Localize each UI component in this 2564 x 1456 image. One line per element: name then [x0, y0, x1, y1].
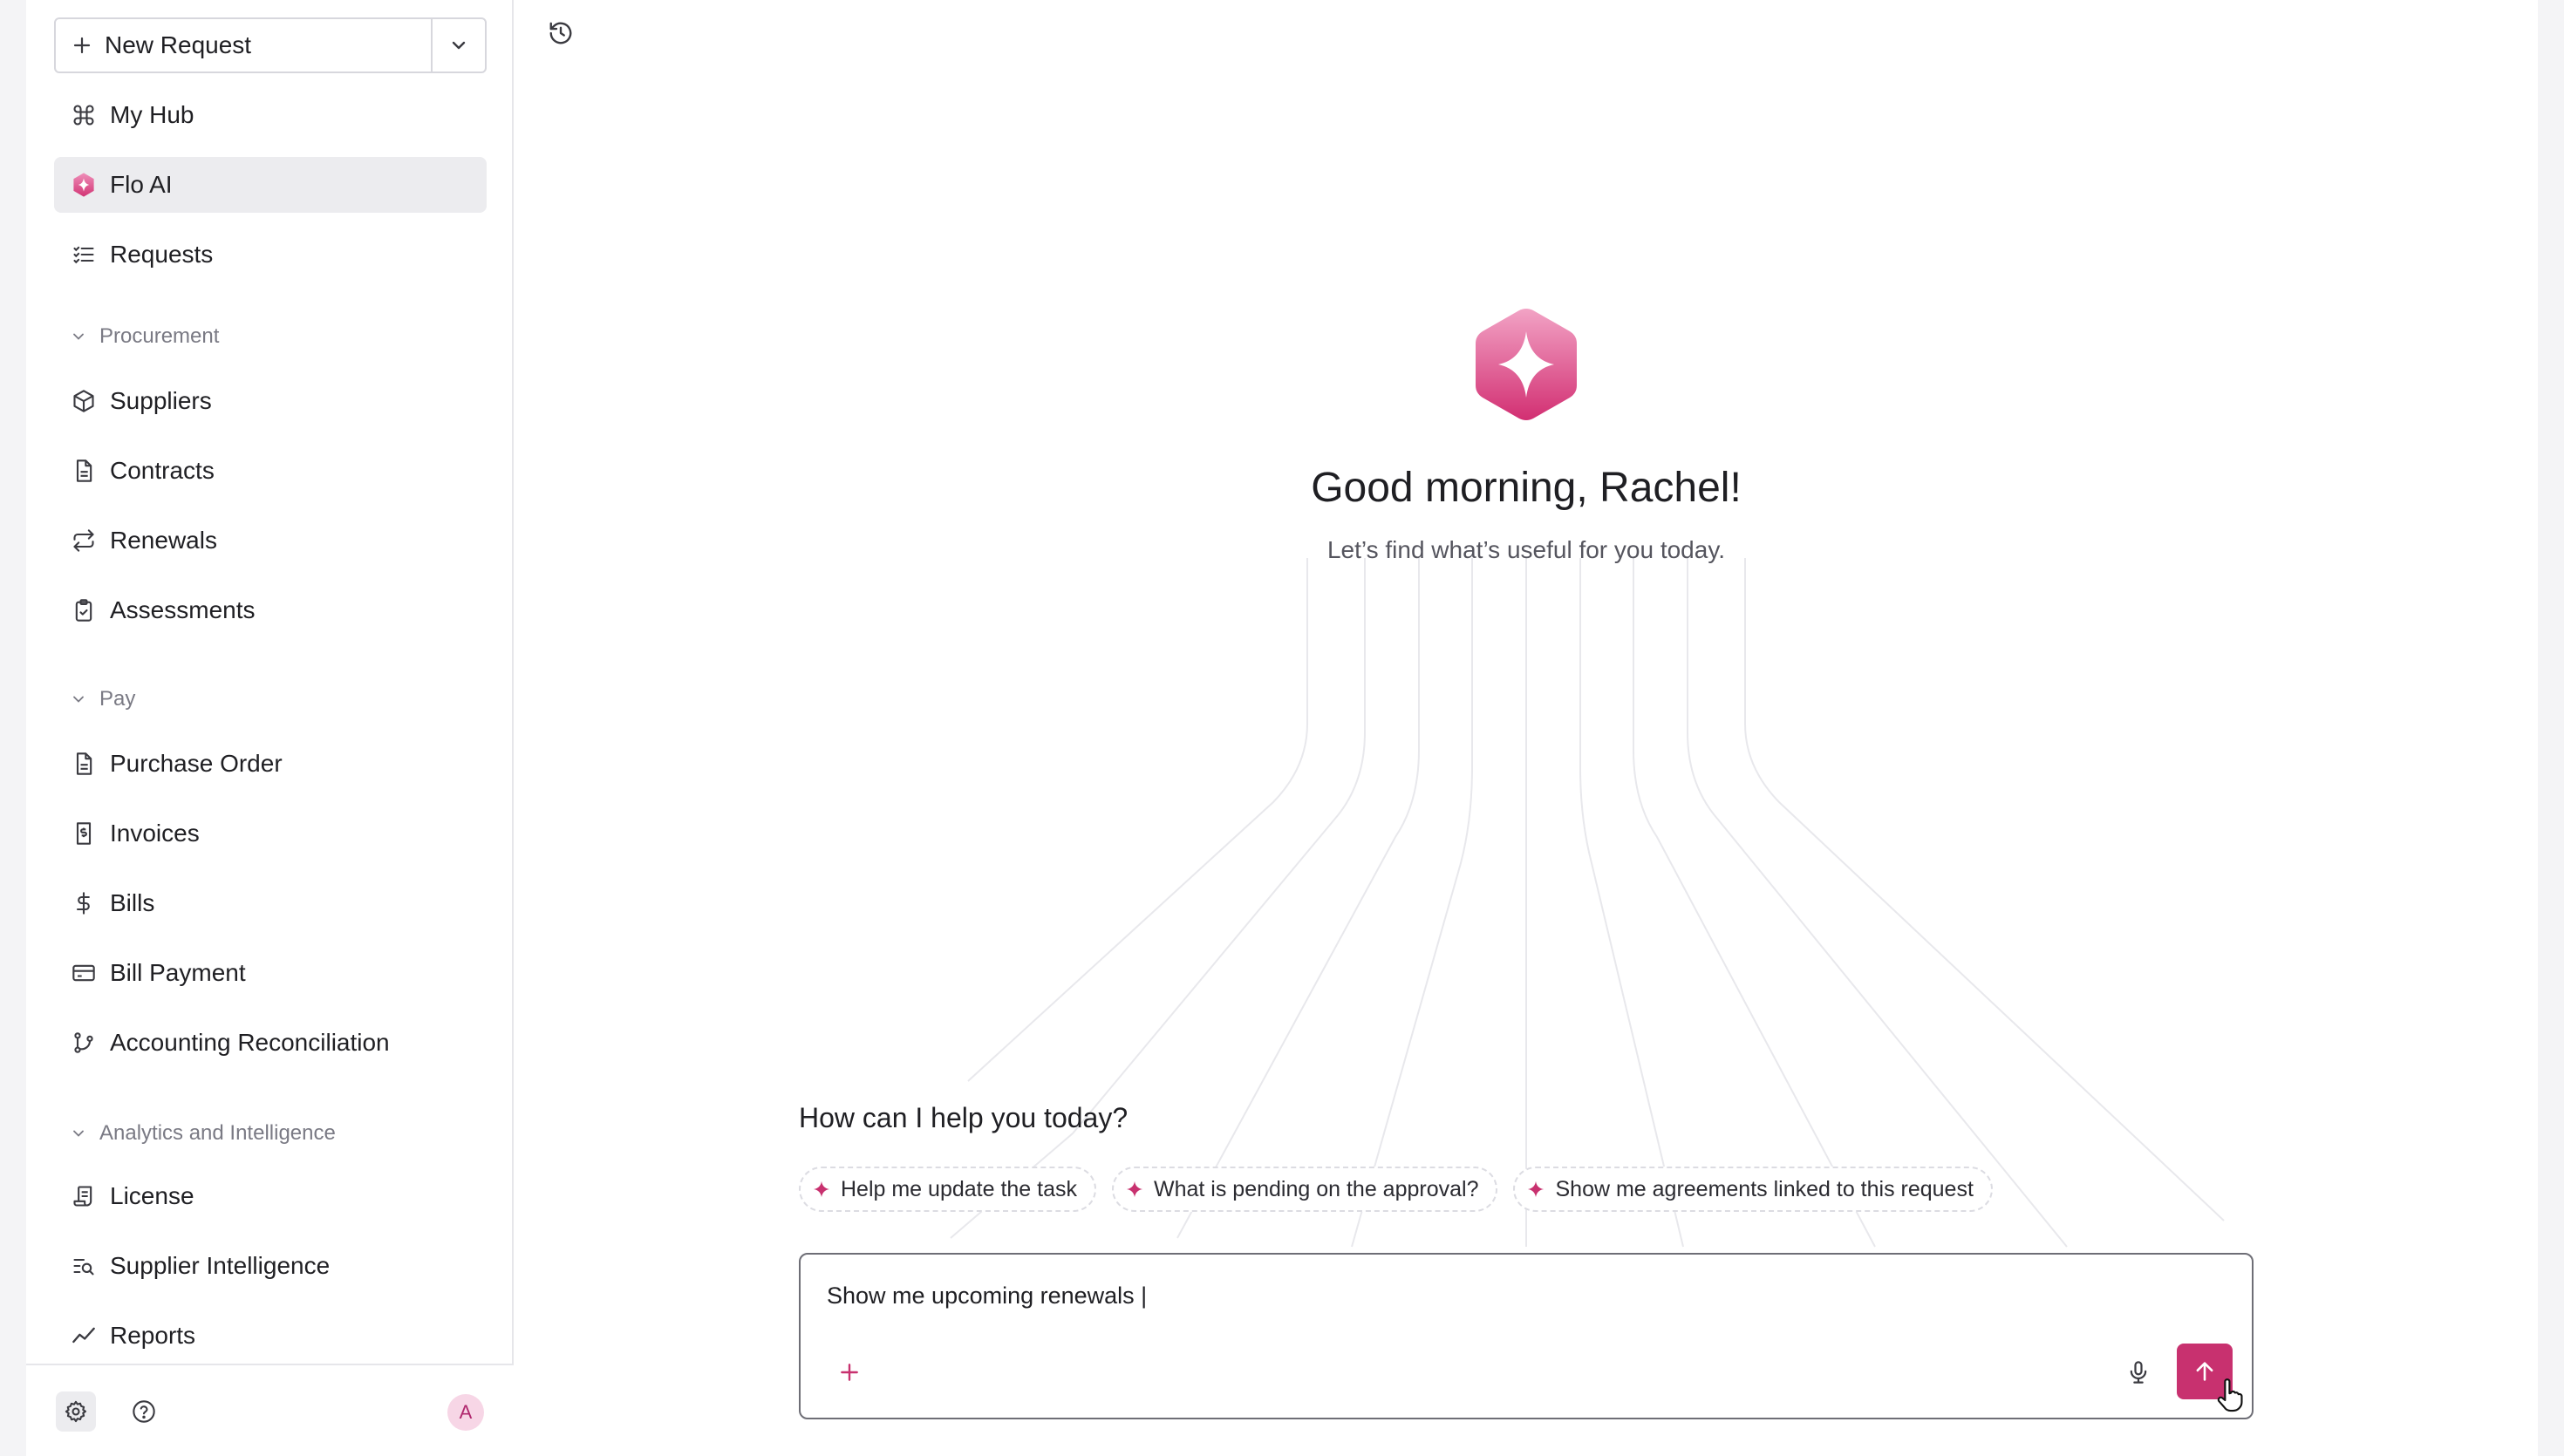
git-branch-icon	[70, 1029, 98, 1057]
greeting-subtitle: Let’s find what’s useful for you today.	[1326, 536, 1726, 563]
sidebar-item-requests[interactable]: Requests	[54, 227, 487, 282]
sparkle-icon	[1528, 1180, 1545, 1198]
box-icon	[70, 387, 98, 415]
sidebar-item-label: Invoices	[110, 820, 200, 847]
sidebar-item-label: Bills	[110, 889, 155, 916]
section-title: Pay	[99, 687, 136, 711]
sidebar-item-label: Purchase Order	[110, 750, 283, 777]
sidebar-item-label: My Hub	[110, 101, 194, 128]
sidebar-item-label: Accounting Reconciliation	[110, 1029, 390, 1056]
hub-icon	[70, 101, 98, 129]
suggestion-chip-label: Help me update the task	[841, 1176, 1077, 1201]
suggestion-chip[interactable]: What is pending on the approval?	[1112, 1167, 1498, 1212]
window-frame-right	[2538, 0, 2564, 1456]
license-icon	[70, 1182, 98, 1210]
suggestion-chips: Help me update the task What is pending …	[799, 1167, 1993, 1212]
sidebar-item-label: Renewals	[110, 527, 217, 554]
suggestion-chip[interactable]: Help me update the task	[799, 1167, 1096, 1212]
history-button[interactable]	[543, 16, 578, 51]
sidebar-item-label: Assessments	[110, 596, 256, 623]
clipboard-check-icon	[70, 596, 98, 624]
chevron-down-icon	[73, 333, 84, 340]
decorative-flow-lines	[950, 558, 2225, 1248]
new-request-dropdown-button[interactable]	[431, 19, 485, 71]
plus-icon	[841, 1364, 858, 1381]
new-request-label: New Request	[105, 31, 252, 58]
help-prompt-title: How can I help you today?	[799, 1102, 1129, 1133]
trend-line-icon	[70, 1322, 98, 1350]
arrow-up-icon	[2196, 1362, 2213, 1381]
sidebar-item-flo-ai[interactable]: Flo AI	[54, 157, 487, 213]
flo-ai-logo-icon	[70, 171, 98, 199]
search-list-icon	[70, 1252, 98, 1280]
history-icon	[549, 22, 572, 44]
checklist-icon	[70, 241, 98, 269]
receipt-icon	[70, 820, 98, 847]
sidebar-item-label: Suppliers	[110, 387, 212, 414]
dollar-icon	[70, 889, 98, 917]
window-frame-left	[0, 0, 26, 1456]
microphone-button[interactable]	[2123, 1357, 2154, 1388]
chat-input-text[interactable]: Show me upcoming renewals |	[827, 1283, 1147, 1310]
sidebar-item-license[interactable]: License	[54, 1168, 487, 1224]
chevron-down-icon	[73, 696, 84, 703]
plus-icon	[73, 37, 91, 54]
sidebar-footer: A	[26, 1364, 514, 1456]
chat-input-box[interactable]: Show me upcoming renewals |	[799, 1253, 2254, 1419]
sidebar-item-bills[interactable]: Bills	[54, 875, 487, 931]
section-header-analytics[interactable]: Analytics and Intelligence	[70, 1121, 336, 1146]
sparkle-icon	[813, 1180, 830, 1198]
section-header-procurement[interactable]: Procurement	[70, 324, 219, 349]
sidebar-item-label: Reports	[110, 1322, 196, 1349]
section-title: Analytics and Intelligence	[99, 1121, 336, 1145]
sidebar-item-reports[interactable]: Reports	[54, 1308, 487, 1364]
sidebar-item-contracts[interactable]: Contracts	[54, 443, 487, 499]
sparkle-icon	[1126, 1180, 1143, 1198]
help-circle-icon	[133, 1400, 155, 1423]
chevron-down-icon	[73, 1130, 84, 1137]
sidebar-item-label: Supplier Intelligence	[110, 1252, 331, 1279]
document-icon	[70, 457, 98, 485]
attach-button[interactable]	[834, 1357, 865, 1388]
credit-card-icon	[70, 959, 98, 987]
sidebar-item-renewals[interactable]: Renewals	[54, 513, 487, 568]
document-icon	[70, 750, 98, 778]
sidebar: New Request My Hub Flo AI Requests Procu…	[26, 0, 514, 1456]
main-content: Good morning, Rachel! Let’s find what’s …	[515, 0, 2538, 1456]
settings-button[interactable]	[56, 1391, 96, 1432]
sidebar-item-invoices[interactable]: Invoices	[54, 806, 487, 861]
sidebar-item-supplier-intelligence[interactable]: Supplier Intelligence	[54, 1238, 487, 1294]
new-request-button[interactable]: New Request	[56, 19, 431, 71]
suggestion-chip-label: Show me agreements linked to this reques…	[1555, 1176, 1974, 1201]
repeat-icon	[70, 527, 98, 555]
sidebar-item-label: Requests	[110, 241, 214, 268]
sidebar-item-label: License	[110, 1182, 194, 1209]
new-request-split-button: New Request	[54, 17, 487, 73]
section-title: Procurement	[99, 324, 220, 348]
section-header-pay[interactable]: Pay	[70, 687, 135, 711]
suggestion-chip-label: What is pending on the approval?	[1154, 1176, 1479, 1201]
sidebar-item-assessments[interactable]: Assessments	[54, 582, 487, 638]
sidebar-item-accounting-reconciliation[interactable]: Accounting Reconciliation	[54, 1015, 487, 1071]
sidebar-item-my-hub[interactable]: My Hub	[54, 87, 487, 143]
chevron-down-icon	[452, 41, 466, 50]
hand-pointer-cursor-icon	[2217, 1378, 2243, 1412]
microphone-icon	[2130, 1361, 2147, 1384]
help-button[interactable]	[124, 1391, 164, 1432]
sidebar-item-label: Contracts	[110, 457, 215, 484]
avatar[interactable]: A	[447, 1394, 484, 1431]
sidebar-item-label: Flo AI	[110, 171, 173, 198]
flo-ai-logo-icon	[1476, 309, 1577, 420]
gear-icon	[65, 1400, 87, 1423]
greeting-heading: Good morning, Rachel!	[1311, 465, 1742, 511]
sidebar-item-label: Bill Payment	[110, 959, 246, 986]
sidebar-item-bill-payment[interactable]: Bill Payment	[54, 945, 487, 1001]
sidebar-item-purchase-order[interactable]: Purchase Order	[54, 736, 487, 792]
suggestion-chip[interactable]: Show me agreements linked to this reques…	[1513, 1167, 1993, 1212]
sidebar-item-suppliers[interactable]: Suppliers	[54, 373, 487, 429]
